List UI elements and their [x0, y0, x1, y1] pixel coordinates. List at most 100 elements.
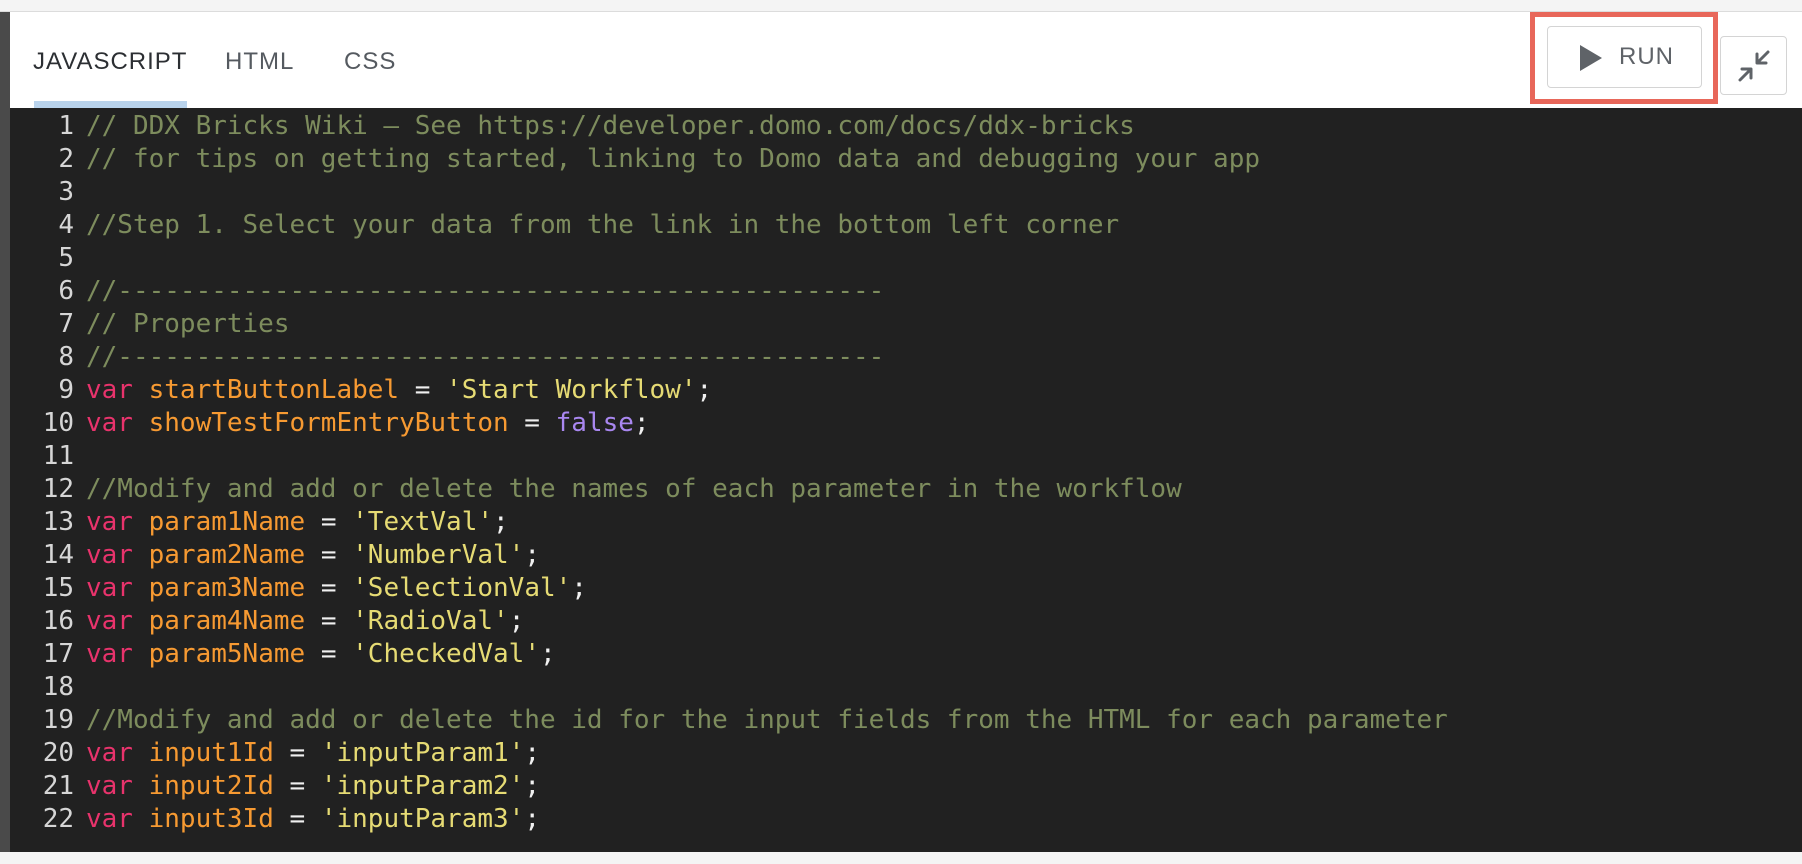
code-line: 4 //Step 1. Select your data from the lin…	[10, 209, 1802, 242]
code-token: ;	[508, 606, 525, 636]
code-token: var	[86, 540, 133, 570]
code-line: 8 //-------------------------------------…	[10, 341, 1802, 374]
code-token: 'inputParam1'	[320, 738, 525, 768]
code-token: //--------------------------------------…	[86, 276, 885, 306]
code-token: ;	[524, 540, 540, 570]
code-token: =	[305, 540, 353, 570]
code-line: 13 var param1Name = 'TextVal';	[10, 506, 1802, 539]
code-token: input3Id	[148, 804, 274, 834]
code-token: param4Name	[148, 606, 306, 636]
code-token: =	[305, 606, 353, 636]
code-content: var param5Name = 'CheckedVal';	[74, 638, 556, 671]
tab-javascript[interactable]: JAVASCRIPT	[33, 48, 187, 80]
code-line: 1 // DDX Bricks Wiki – See https://develo…	[10, 110, 1802, 143]
top-border	[0, 0, 1802, 12]
code-content: var input3Id = 'inputParam3';	[74, 803, 540, 836]
code-line: 18	[10, 671, 1802, 704]
code-token: 'RadioVal'	[352, 606, 509, 636]
line-number: 5	[58, 243, 74, 273]
code-token: 'inputParam2'	[320, 771, 525, 801]
left-edge-bar	[0, 12, 10, 852]
code-token: =	[273, 738, 321, 768]
code-token: var	[86, 738, 133, 768]
code-token: ;	[524, 804, 540, 834]
line-number: 14	[42, 540, 74, 570]
line-number: 19	[42, 705, 74, 735]
code-token: ;	[571, 573, 587, 603]
code-line: 7 // Properties	[10, 308, 1802, 341]
code-token: ;	[633, 408, 650, 438]
line-number: 18	[42, 672, 74, 702]
play-icon	[1580, 45, 1602, 71]
line-number: 21	[42, 771, 74, 801]
code-token: ;	[493, 507, 509, 537]
code-token: 'SelectionVal'	[352, 573, 572, 603]
code-line: 20 var input1Id = 'inputParam1';	[10, 737, 1802, 770]
code-token: ;	[524, 771, 540, 801]
code-editor[interactable]: 1 // DDX Bricks Wiki – See https://develo…	[10, 108, 1802, 852]
collapse-button[interactable]	[1720, 36, 1787, 95]
code-token: //Step 1. Select your data from the link…	[86, 210, 1120, 240]
code-token: // DDX Bricks Wiki – See https://develop…	[86, 111, 1135, 141]
code-token: 'TextVal'	[352, 507, 494, 537]
code-line: 17 var param5Name = 'CheckedVal';	[10, 638, 1802, 671]
code-token: =	[273, 804, 321, 834]
code-token: ;	[524, 738, 540, 768]
code-token: var	[86, 804, 133, 834]
line-number: 3	[58, 177, 74, 207]
code-token: // Properties	[86, 309, 290, 339]
code-content: //Step 1. Select your data from the link…	[74, 209, 1119, 242]
code-content: var input1Id = 'inputParam1';	[74, 737, 540, 770]
run-button-label: RUN	[1619, 43, 1674, 70]
code-token: =	[508, 408, 556, 438]
code-line: 16 var param4Name = 'RadioVal';	[10, 605, 1802, 638]
bottom-border	[0, 852, 1802, 864]
code-token: =	[399, 375, 447, 405]
code-token: param1Name	[148, 507, 306, 537]
tab-css[interactable]: CSS	[344, 48, 396, 80]
code-line: 10 var showTestFormEntryButton = false;	[10, 407, 1802, 440]
line-number: 8	[58, 342, 74, 372]
code-token: 'CheckedVal'	[352, 639, 540, 669]
code-content: // for tips on getting started, linking …	[74, 143, 1260, 176]
code-line: 21 var input2Id = 'inputParam2';	[10, 770, 1802, 803]
code-token: =	[305, 639, 353, 669]
code-line: 22 var input3Id = 'inputParam3';	[10, 803, 1802, 836]
code-token: =	[305, 573, 353, 603]
line-number: 12	[42, 474, 74, 504]
code-token: input1Id	[148, 738, 274, 768]
tab-html[interactable]: HTML	[225, 48, 294, 80]
code-token: // for tips on getting started, linking …	[86, 144, 1260, 174]
line-number: 13	[42, 507, 74, 537]
code-line: 9 var startButtonLabel = 'Start Workflow'…	[10, 374, 1802, 407]
editor-toolbar: JAVASCRIPT HTML CSS RUN	[10, 12, 1802, 108]
code-content: //--------------------------------------…	[74, 341, 884, 374]
code-token: //Modify and add or delete the names of …	[86, 474, 1182, 504]
code-token: =	[305, 507, 353, 537]
code-token: 'NumberVal'	[352, 540, 525, 570]
code-line: 15 var param3Name = 'SelectionVal';	[10, 572, 1802, 605]
line-number: 7	[58, 309, 74, 339]
code-token: showTestFormEntryButton	[148, 408, 509, 438]
line-number: 15	[42, 573, 74, 603]
code-content: // DDX Bricks Wiki – See https://develop…	[74, 110, 1135, 143]
code-token: var	[86, 639, 133, 669]
code-content: var param1Name = 'TextVal';	[74, 506, 509, 539]
code-token: param3Name	[148, 573, 306, 603]
line-number: 20	[42, 738, 74, 768]
code-content: // Properties	[74, 308, 290, 341]
code-content: //Modify and add or delete the id for th…	[74, 704, 1448, 737]
code-content: var startButtonLabel = 'Start Workflow';	[74, 374, 712, 407]
code-content: //Modify and add or delete the names of …	[74, 473, 1182, 506]
code-token: false	[555, 408, 634, 438]
run-button[interactable]: RUN	[1547, 26, 1702, 88]
code-token: input2Id	[148, 771, 274, 801]
code-content: var param2Name = 'NumberVal';	[74, 539, 540, 572]
code-token: 'Start Workflow'	[446, 375, 697, 405]
code-content: var param3Name = 'SelectionVal';	[74, 572, 587, 605]
